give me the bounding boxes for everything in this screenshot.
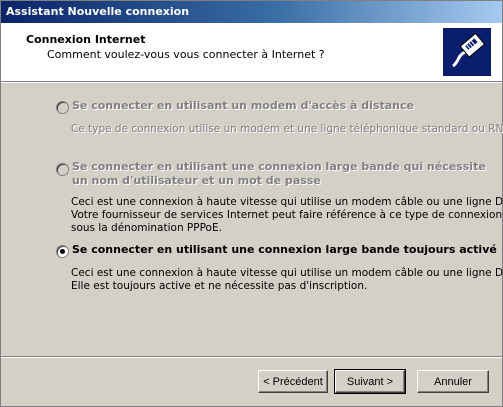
description-line: Elle est toujours active et ne nécessite… [71,280,368,292]
cancel-button[interactable]: Annuler [417,370,489,393]
header-divider [1,81,502,83]
option-label-pppoe[interactable]: Se connecter en utilisant une connexion … [72,160,486,187]
description-line: Ceci est une connexion à haute vitesse q… [71,267,503,279]
description-line: sous la dénomination PPPoE. [71,222,222,234]
option-description-always-on: Ceci est une connexion à haute vitesse q… [71,267,503,293]
wizard-window: Assistant Nouvelle connexion Connexion I… [0,0,503,407]
description-line: Votre fournisseur de services Internet p… [71,209,503,221]
page-subtitle: Comment voulez-vous vous connecter à Int… [47,48,325,61]
footer-divider [1,356,502,358]
title-bar[interactable]: Assistant Nouvelle connexion [1,1,502,23]
option-description-dialup: Ce type de connexion utilise un modem et… [71,123,503,136]
radio-selected-dot [60,249,65,254]
option-label-line: Se connecter en utilisant une connexion … [72,160,486,173]
option-description-pppoe: Ceci est une connexion à haute vitesse q… [71,196,503,235]
option-label-dialup[interactable]: Se connecter en utilisant un modem d'acc… [72,99,414,112]
back-button[interactable]: < Précédent [258,370,328,393]
network-plug-icon [443,28,491,76]
radio-dialup-modem[interactable] [56,101,69,114]
description-line: Ceci est une connexion à haute vitesse q… [71,196,503,208]
next-button[interactable]: Suivant > [334,369,406,394]
option-label-always-on[interactable]: Se connecter en utilisant une connexion … [72,243,497,256]
wizard-header: Connexion Internet Comment voulez-vous v… [1,23,502,81]
description-line: Ce type de connexion utilise un modem et… [71,123,503,135]
page-title: Connexion Internet [26,33,146,46]
window-title: Assistant Nouvelle connexion [6,5,190,18]
option-label-line: un nom d'utilisateur et un mot de passe [72,174,321,187]
radio-broadband-always-on[interactable] [56,245,69,258]
radio-broadband-pppoe[interactable] [56,163,69,176]
